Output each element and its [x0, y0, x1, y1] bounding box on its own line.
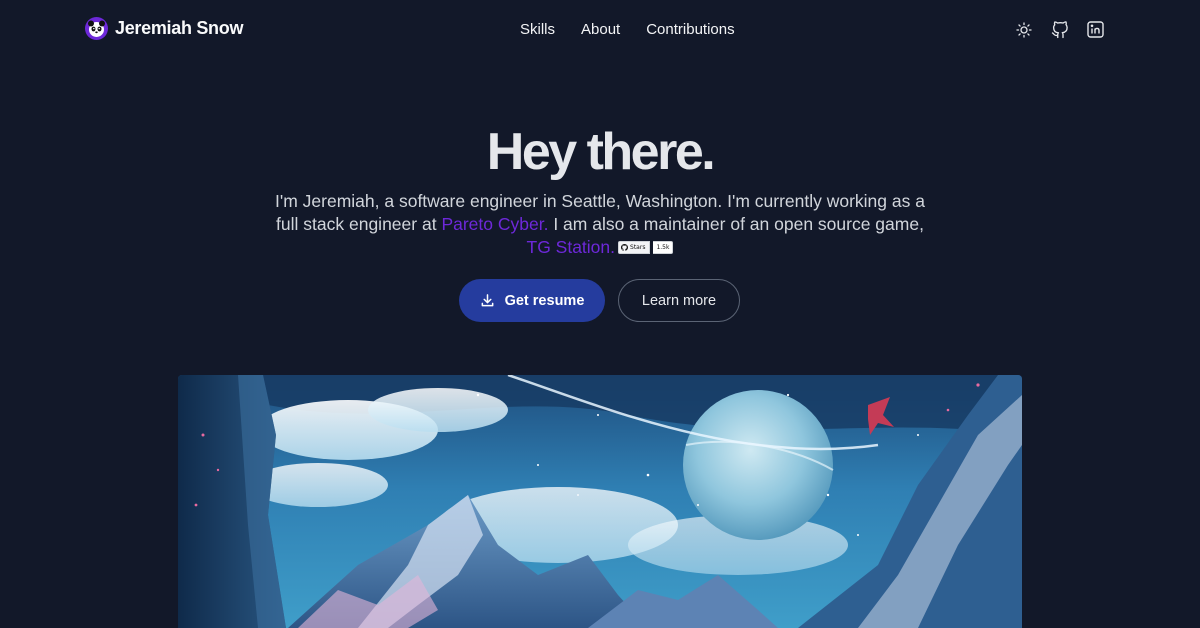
nav-link-contributions[interactable]: Contributions	[646, 21, 734, 38]
top-navbar: Jeremiah Snow Skills About Contributions	[0, 0, 1200, 60]
panda-icon	[85, 17, 108, 40]
download-icon	[481, 294, 493, 307]
hero-intro-line2: I am also a maintainer of an open source…	[553, 214, 924, 234]
hero-title: Hey there.	[486, 123, 716, 181]
github-mark-icon	[621, 244, 629, 251]
page: Jeremiah Snow Skills About Contributions	[0, 0, 1200, 628]
badge-count: 1.5k	[653, 241, 674, 254]
brand-home-link[interactable]: Jeremiah Snow	[85, 17, 243, 40]
get-resume-button[interactable]: Get resume	[459, 279, 605, 322]
pareto-cyber-link[interactable]: Pareto Cyber.	[441, 214, 548, 234]
nav-links: Skills About Contributions	[520, 21, 735, 38]
nav-link-skills[interactable]: Skills	[520, 21, 555, 38]
learn-more-button[interactable]: Learn more	[618, 279, 740, 322]
hero-intro: I'm Jeremiah, a software engineer in Sea…	[270, 190, 930, 259]
github-icon[interactable]	[1050, 20, 1069, 39]
get-resume-label: Get resume	[504, 292, 585, 309]
nav-link-about[interactable]: About	[581, 21, 620, 38]
sun-icon[interactable]	[1014, 20, 1033, 39]
linkedin-icon[interactable]	[1086, 20, 1105, 39]
tg-station-link[interactable]: TG Station.	[527, 237, 616, 257]
hero-actions: Get resume Learn more	[459, 279, 740, 322]
fantasy-landscape-illustration	[178, 375, 1022, 628]
nav-icon-group	[1014, 20, 1105, 39]
github-stars-badge[interactable]: Stars 1.5k	[618, 241, 674, 254]
badge-label-part: Stars	[618, 241, 651, 254]
brand-name: Jeremiah Snow	[115, 18, 244, 38]
badge-label: Stars	[630, 244, 646, 251]
